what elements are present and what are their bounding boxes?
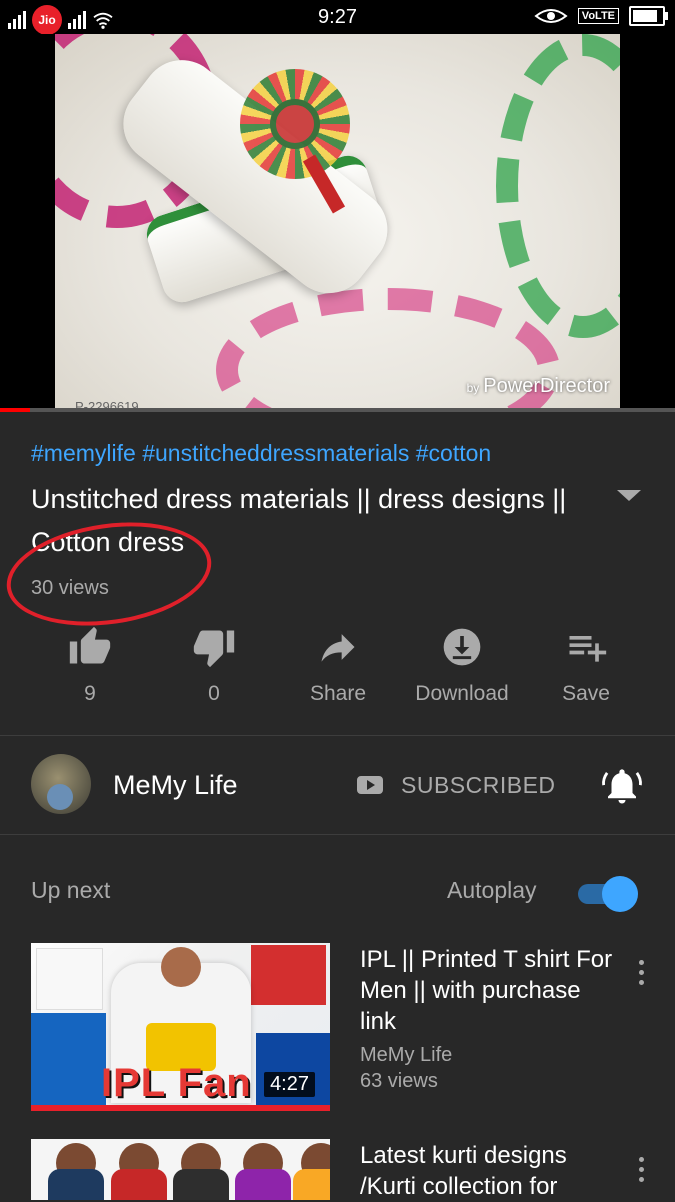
video-player[interactable]: by PowerDirector P-2296619 bbox=[0, 34, 675, 412]
thumbnail-text: IPL Fan bbox=[101, 1061, 252, 1105]
status-right: VoLTE bbox=[534, 6, 668, 26]
save-label: Save bbox=[562, 682, 610, 705]
video-thumbnail[interactable]: IPL Fan 4:27 bbox=[31, 943, 330, 1111]
channel-name[interactable]: MeMy Life bbox=[113, 770, 238, 801]
thumbs-down-icon bbox=[193, 630, 235, 668]
embroidery-medallion-image bbox=[240, 69, 350, 179]
dislike-count: 0 bbox=[208, 682, 220, 705]
battery-icon bbox=[629, 6, 668, 26]
subscribed-button[interactable]: SUBSCRIBED bbox=[401, 772, 556, 799]
video-card-channel: MeMy Life bbox=[360, 1044, 453, 1066]
share-button[interactable]: Share bbox=[276, 625, 400, 706]
download-label: Download bbox=[415, 682, 509, 705]
divider bbox=[0, 834, 675, 835]
progress-bar[interactable] bbox=[0, 408, 675, 412]
hashtags-link[interactable]: #memylife #unstitcheddressmaterials #cot… bbox=[31, 440, 491, 467]
video-card-views: 63 views bbox=[360, 1070, 438, 1092]
volte-badge: VoLTE bbox=[577, 8, 619, 24]
video-card-title[interactable]: Latest kurti designs /Kurti collection f… bbox=[360, 1140, 620, 1202]
video-card-title[interactable]: IPL || Printed T shirt For Men || with p… bbox=[360, 944, 620, 1037]
save-button[interactable]: Save bbox=[524, 625, 648, 706]
up-next-label: Up next bbox=[31, 877, 111, 903]
like-count: 9 bbox=[84, 682, 96, 705]
share-label: Share bbox=[309, 682, 367, 705]
youtube-play-icon bbox=[357, 776, 383, 794]
video-duration: 4:27 bbox=[264, 1072, 315, 1097]
download-button[interactable]: Download bbox=[400, 625, 524, 706]
notification-bell-icon[interactable] bbox=[601, 765, 643, 807]
expand-description-icon[interactable] bbox=[617, 490, 641, 501]
download-icon bbox=[443, 628, 481, 666]
autoplay-toggle[interactable] bbox=[578, 876, 638, 912]
video-thumbnail[interactable] bbox=[31, 1139, 330, 1200]
progress-fill bbox=[0, 408, 31, 412]
status-bar: Jio 9:27 VoLTE bbox=[0, 0, 675, 35]
video-frame: by PowerDirector P-2296619 bbox=[55, 34, 620, 412]
channel-avatar[interactable] bbox=[31, 754, 91, 814]
divider bbox=[0, 735, 675, 736]
eye-comfort-icon bbox=[534, 9, 568, 23]
more-options-icon[interactable] bbox=[634, 960, 648, 990]
thumbs-up-icon bbox=[69, 626, 111, 664]
autoplay-label: Autoplay bbox=[447, 877, 537, 903]
playlist-add-icon bbox=[569, 636, 607, 662]
powerdirector-watermark: by PowerDirector bbox=[466, 375, 610, 397]
action-bar: 9 0 Share Download Save bbox=[28, 625, 648, 706]
share-icon bbox=[321, 634, 355, 662]
like-button[interactable]: 9 bbox=[28, 625, 152, 706]
more-options-icon[interactable] bbox=[634, 1157, 648, 1187]
dislike-button[interactable]: 0 bbox=[152, 625, 276, 706]
